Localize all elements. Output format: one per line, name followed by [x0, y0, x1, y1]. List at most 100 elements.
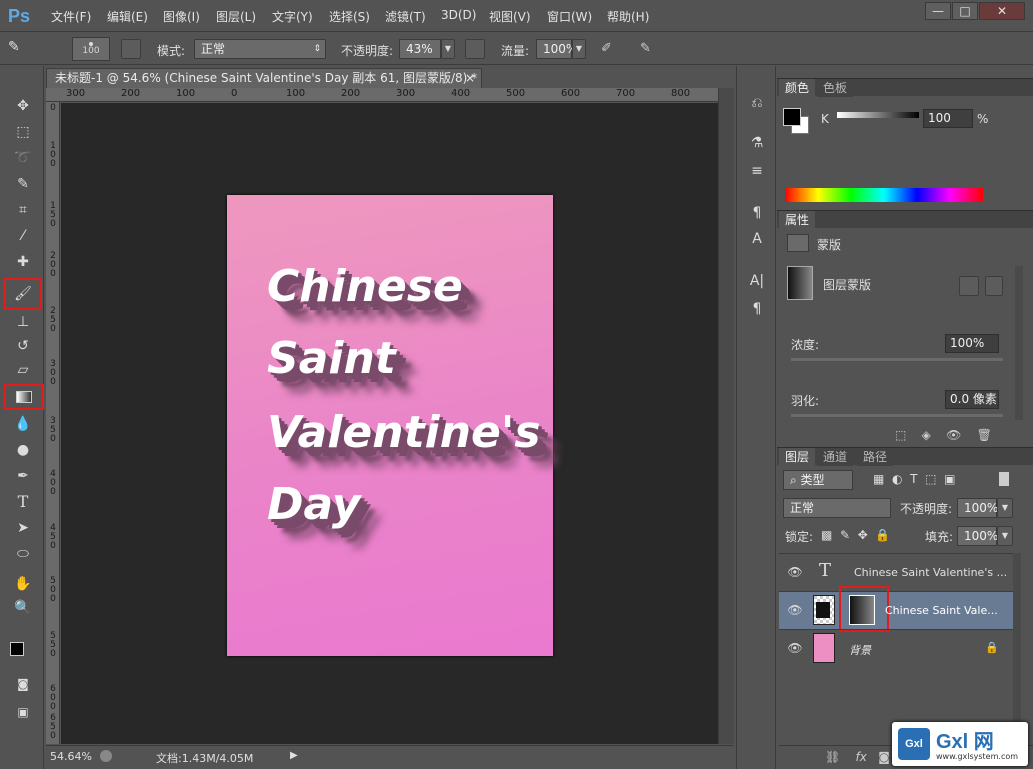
- menu-image[interactable]: 图像(I): [163, 8, 200, 25]
- properties-scrollbar[interactable]: [1015, 266, 1023, 420]
- foreground-color-chip[interactable]: [783, 108, 801, 126]
- feather-input[interactable]: 0.0 像素: [945, 390, 999, 409]
- paragraph-panel-icon[interactable]: ¶: [745, 298, 769, 320]
- document-tab[interactable]: 未标题-1 @ 54.6% (Chinese Saint Valentine's…: [46, 68, 482, 88]
- foreground-color-swatch[interactable]: [10, 642, 24, 656]
- menu-3d[interactable]: 3D(D): [441, 8, 476, 22]
- pressure-opacity-icon[interactable]: [465, 39, 485, 59]
- eraser-tool-icon[interactable]: ▱: [10, 358, 36, 382]
- mode-select[interactable]: 正常 ⇕: [194, 39, 326, 59]
- move-tool-icon[interactable]: ✥: [10, 94, 36, 118]
- menu-edit[interactable]: 编辑(E): [107, 8, 148, 25]
- flow-dropdown-button[interactable]: ▼: [572, 39, 586, 59]
- k-value-input[interactable]: 100: [923, 109, 973, 128]
- zoom-tool-icon[interactable]: 🔍: [10, 596, 36, 620]
- density-input[interactable]: 100%: [945, 334, 999, 353]
- menu-type[interactable]: 文字(Y): [272, 8, 313, 25]
- layer-filter-select[interactable]: ⌕ 类型: [783, 470, 853, 490]
- visibility-eye-icon[interactable]: 👁: [787, 641, 803, 655]
- tab-layers[interactable]: 图层: [779, 448, 816, 466]
- visibility-eye-icon[interactable]: 👁: [787, 603, 803, 617]
- load-selection-icon[interactable]: ⬚: [895, 428, 906, 442]
- filter-toggle[interactable]: [999, 472, 1009, 486]
- filter-pixel-icon[interactable]: ▦: [873, 472, 884, 486]
- dodge-tool-icon[interactable]: ●: [10, 438, 36, 462]
- select-mask-icon[interactable]: [959, 276, 979, 296]
- filter-smart-icon[interactable]: ▣: [944, 472, 955, 486]
- ellipse-tool-icon[interactable]: ⬭: [10, 542, 36, 566]
- pen-tool-icon[interactable]: ✒: [10, 464, 36, 488]
- history-brush-tool-icon[interactable]: ↺: [10, 334, 36, 358]
- filter-type-icon[interactable]: T: [910, 472, 917, 486]
- blur-tool-icon[interactable]: 💧: [10, 412, 36, 436]
- paragraph-styles-icon[interactable]: ¶: [745, 202, 769, 224]
- zoom-level[interactable]: 54.64%: [50, 750, 92, 763]
- close-document-icon[interactable]: ×: [465, 69, 475, 87]
- document-canvas[interactable]: Chinese Saint Valentine's Day: [227, 195, 553, 656]
- layer-row-masked-selected[interactable]: 👁 Chinese Saint Vale...: [779, 586, 1013, 632]
- tab-properties[interactable]: 属性: [779, 211, 816, 229]
- menu-help[interactable]: 帮助(H): [607, 8, 649, 25]
- crop-tool-icon[interactable]: ⌗: [10, 198, 36, 222]
- toggle-mask-icon[interactable]: 👁: [946, 428, 961, 442]
- hand-tool-icon[interactable]: ✋: [10, 572, 36, 596]
- layer-row-background[interactable]: 👁 背景 🔒: [779, 629, 1013, 667]
- maximize-button[interactable]: □: [952, 2, 978, 20]
- menu-filter[interactable]: 滤镜(T): [385, 8, 426, 25]
- close-window-button[interactable]: ✕: [979, 2, 1025, 20]
- status-info-icon[interactable]: [100, 750, 112, 762]
- delete-mask-icon[interactable]: 🗑: [977, 428, 992, 442]
- character-panel-icon[interactable]: A|: [745, 270, 769, 292]
- lock-all-icon[interactable]: 🔒: [875, 528, 890, 542]
- healing-brush-tool-icon[interactable]: ✚: [10, 250, 36, 274]
- menu-window[interactable]: 窗口(W): [547, 8, 592, 25]
- menu-view[interactable]: 视图(V): [489, 8, 531, 25]
- filter-shape-icon[interactable]: ⬚: [925, 472, 936, 486]
- status-menu-arrow-icon[interactable]: ▶: [290, 750, 298, 761]
- opacity-dropdown-button[interactable]: ▼: [441, 39, 455, 59]
- apply-mask-icon[interactable]: ◈: [922, 428, 931, 442]
- brush-size-picker[interactable]: 100: [72, 37, 110, 61]
- type-tool-icon[interactable]: T: [10, 490, 36, 514]
- marquee-tool-icon[interactable]: ⬚: [10, 120, 36, 144]
- layer-row-text[interactable]: 👁 T Chinese Saint Valentine's ...: [779, 553, 1013, 591]
- add-mask-icon[interactable]: ◙: [878, 750, 890, 764]
- brush-presets-panel-icon[interactable]: ⚗: [745, 132, 769, 154]
- lock-pixels-icon[interactable]: ✎: [840, 528, 850, 542]
- feather-slider[interactable]: [791, 414, 1003, 417]
- screen-mode-icon[interactable]: ▣: [10, 700, 36, 724]
- gradient-tool-icon[interactable]: [4, 384, 44, 410]
- tab-paths[interactable]: 路径: [857, 448, 894, 466]
- filter-adjustment-icon[interactable]: ◐: [892, 472, 902, 486]
- vector-mask-icon[interactable]: [985, 276, 1003, 296]
- brush-panel-toggle-icon[interactable]: [121, 39, 141, 59]
- airbrush-icon[interactable]: ✐: [601, 41, 612, 56]
- tab-channels[interactable]: 通道: [817, 448, 854, 466]
- layers-scrollbar[interactable]: [1013, 553, 1021, 745]
- menu-layer[interactable]: 图层(L): [216, 8, 256, 25]
- flow-input[interactable]: 100%: [536, 39, 577, 59]
- brush-tool-icon[interactable]: 🖌: [4, 278, 42, 310]
- tab-color[interactable]: 颜色: [779, 79, 816, 97]
- density-slider[interactable]: [791, 358, 1003, 361]
- opacity-input[interactable]: 43%: [399, 39, 441, 59]
- color-spectrum-ramp[interactable]: [785, 188, 983, 202]
- character-styles-icon[interactable]: A: [745, 228, 769, 250]
- canvas-vertical-scrollbar[interactable]: [718, 88, 734, 744]
- layer-mask-thumbnail-selected[interactable]: [849, 595, 875, 625]
- lock-transparency-icon[interactable]: ▩: [821, 528, 832, 542]
- fill-dropdown[interactable]: ▼: [997, 526, 1013, 546]
- path-selection-tool-icon[interactable]: ➤: [10, 516, 36, 540]
- quick-select-tool-icon[interactable]: ✎: [10, 172, 36, 196]
- lock-position-icon[interactable]: ✥: [858, 528, 868, 542]
- k-slider-track[interactable]: [837, 112, 919, 118]
- layer-opacity-dropdown[interactable]: ▼: [997, 498, 1013, 518]
- brush-tool-preset-icon[interactable]: ✎: [8, 39, 28, 59]
- history-panel-icon[interactable]: ⎌: [745, 92, 769, 114]
- lasso-tool-icon[interactable]: ➰: [10, 146, 36, 170]
- layer-opacity-input[interactable]: 100%: [957, 498, 998, 518]
- quick-mask-icon[interactable]: ◙: [10, 672, 36, 696]
- tab-swatches[interactable]: 色板: [817, 79, 854, 97]
- pressure-size-icon[interactable]: ✎: [640, 41, 651, 56]
- adjustments-panel-icon[interactable]: ≡: [745, 160, 769, 182]
